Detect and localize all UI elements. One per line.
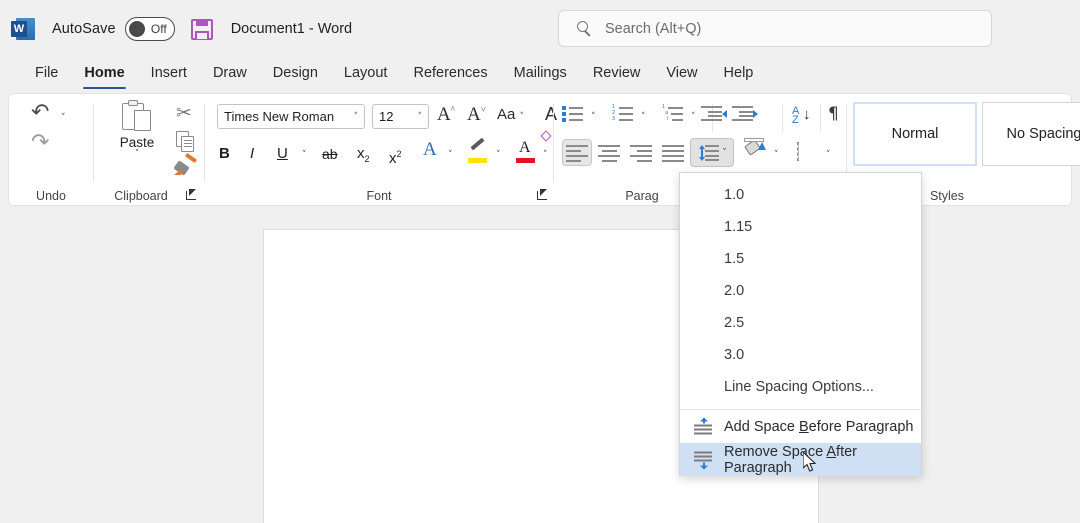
- ribbon-group-font: Times New Roman ˅ 12 ˅ A^ A˅ Aa ˅ A B I …: [205, 94, 553, 207]
- tab-home[interactable]: Home: [71, 63, 137, 85]
- menu-item-remove-space-after-paragraph[interactable]: Remove Space After Paragraph: [680, 443, 921, 476]
- line-spacing-dropdown-icon[interactable]: ˅: [722, 148, 727, 158]
- tab-draw[interactable]: Draw: [200, 63, 260, 85]
- add-space-before-label: Add Space Before Paragraph: [724, 419, 913, 435]
- multilevel-dropdown-icon[interactable]: ˅: [691, 112, 696, 122]
- copy-icon[interactable]: [176, 131, 196, 153]
- group-label-clipboard: Clipboard: [86, 189, 196, 203]
- line-spacing-icon: [697, 145, 719, 161]
- search-box[interactable]: Search (Alt+Q): [558, 10, 992, 47]
- strikethrough-button[interactable]: ab: [322, 141, 338, 167]
- style-normal[interactable]: Normal: [853, 102, 977, 166]
- search-icon: [577, 21, 593, 37]
- bullets-dropdown-icon[interactable]: ˅: [591, 112, 596, 122]
- paste-icon: [120, 100, 154, 134]
- underline-button[interactable]: U: [277, 141, 288, 167]
- save-icon[interactable]: [191, 18, 213, 40]
- font-name-dropdown-icon[interactable]: ˅: [354, 112, 359, 122]
- italic-button[interactable]: I: [250, 141, 254, 167]
- font-name-combobox[interactable]: Times New Roman ˅: [217, 104, 365, 129]
- toggle-knob: [129, 21, 145, 37]
- menu-item-spacing-3-0[interactable]: 3.0: [680, 339, 921, 371]
- shading-dropdown-icon[interactable]: ˅: [774, 150, 779, 160]
- ribbon-tabs: File Home Insert Draw Design Layout Refe…: [0, 58, 1080, 90]
- document-title: Document1 - Word: [231, 21, 352, 37]
- font-name-value: Times New Roman: [224, 109, 354, 124]
- tab-help[interactable]: Help: [711, 63, 767, 85]
- font-size-combobox[interactable]: 12 ˅: [372, 104, 429, 129]
- menu-item-spacing-1-5[interactable]: 1.5: [680, 243, 921, 275]
- underline-dropdown-icon[interactable]: ˅: [302, 150, 307, 160]
- text-effects-icon[interactable]: A: [423, 139, 437, 161]
- format-painter-icon[interactable]: [174, 156, 196, 176]
- autosave-toggle[interactable]: Off: [125, 17, 175, 41]
- borders-dropdown-icon[interactable]: ˅: [826, 150, 831, 160]
- mouse-cursor: [803, 452, 819, 474]
- redo-icon[interactable]: ↷: [31, 132, 49, 154]
- paste-dropdown-icon[interactable]: ˅: [106, 149, 168, 159]
- tab-file[interactable]: File: [22, 63, 71, 85]
- tab-review[interactable]: Review: [580, 63, 654, 85]
- paste-button[interactable]: Paste ˅: [106, 100, 168, 159]
- tab-layout[interactable]: Layout: [331, 63, 401, 85]
- bold-button[interactable]: B: [219, 141, 230, 167]
- line-spacing-menu: 1.0 1.15 1.5 2.0 2.5 3.0 Line Spacing Op…: [679, 172, 922, 476]
- shrink-font-icon[interactable]: A˅: [467, 104, 486, 126]
- font-color-dropdown-icon[interactable]: ˅: [543, 150, 548, 160]
- font-size-value: 12: [379, 109, 418, 124]
- highlight-dropdown-icon[interactable]: ˅: [496, 150, 501, 160]
- scissors-icon[interactable]: ✂: [176, 102, 192, 124]
- numbering-dropdown-icon[interactable]: ˅: [641, 112, 646, 122]
- grow-font-icon[interactable]: A^: [437, 104, 455, 126]
- word-logo-icon: W: [10, 16, 36, 42]
- highlight-color-icon[interactable]: [467, 142, 489, 164]
- menu-item-line-spacing-options[interactable]: Line Spacing Options...: [680, 371, 921, 403]
- style-no-spacing[interactable]: No Spacing: [982, 102, 1080, 166]
- menu-item-spacing-2-0[interactable]: 2.0: [680, 275, 921, 307]
- menu-item-spacing-2-5[interactable]: 2.5: [680, 307, 921, 339]
- pilcrow-icon[interactable]: ¶: [828, 104, 839, 124]
- clipboard-dialog-launcher[interactable]: [186, 189, 198, 201]
- ribbon-group-undo: ↶ ˅ ↷ Undo: [9, 94, 93, 207]
- font-color-icon[interactable]: A: [515, 139, 537, 163]
- search-placeholder: Search (Alt+Q): [605, 21, 701, 37]
- subscript-button[interactable]: x2: [357, 141, 370, 167]
- paste-label: Paste: [106, 135, 168, 150]
- tab-references[interactable]: References: [400, 63, 500, 85]
- font-dialog-launcher[interactable]: [537, 189, 549, 201]
- word-window: W AutoSave Off Document1 - Word Search (…: [0, 0, 1080, 523]
- justify-icon[interactable]: [658, 139, 688, 166]
- menu-item-add-space-before-paragraph[interactable]: Add Space Before Paragraph: [680, 410, 921, 443]
- autosave-label: AutoSave: [52, 21, 116, 37]
- align-left-icon[interactable]: [562, 139, 592, 166]
- text-effects-dropdown-icon[interactable]: ˅: [448, 150, 453, 160]
- ribbon-group-clipboard: Paste ˅ ✂ Clipboard: [94, 94, 204, 207]
- tab-insert[interactable]: Insert: [138, 63, 200, 85]
- remove-space-after-label: Remove Space After Paragraph: [724, 444, 921, 476]
- autosave-state: Off: [151, 22, 167, 36]
- remove-space-after-icon: [692, 450, 714, 469]
- menu-item-spacing-1-15[interactable]: 1.15: [680, 211, 921, 243]
- align-right-icon[interactable]: [626, 139, 656, 166]
- undo-icon[interactable]: ↶: [31, 102, 49, 124]
- group-label-font: Font: [205, 189, 553, 203]
- undo-dropdown-icon[interactable]: ˅: [61, 113, 66, 123]
- superscript-button[interactable]: x2: [389, 141, 402, 167]
- add-space-before-icon: [692, 417, 714, 436]
- tab-design[interactable]: Design: [260, 63, 331, 85]
- group-label-undo: Undo: [9, 189, 93, 203]
- font-size-dropdown-icon[interactable]: ˅: [418, 112, 423, 122]
- change-case-button[interactable]: Aa ˅: [497, 106, 524, 123]
- tab-view[interactable]: View: [653, 63, 710, 85]
- borders-icon[interactable]: [797, 143, 799, 161]
- align-center-icon[interactable]: [594, 139, 624, 166]
- tab-mailings[interactable]: Mailings: [501, 63, 580, 85]
- menu-item-spacing-1-0[interactable]: 1.0: [680, 179, 921, 211]
- line-spacing-button[interactable]: ˅: [690, 138, 734, 167]
